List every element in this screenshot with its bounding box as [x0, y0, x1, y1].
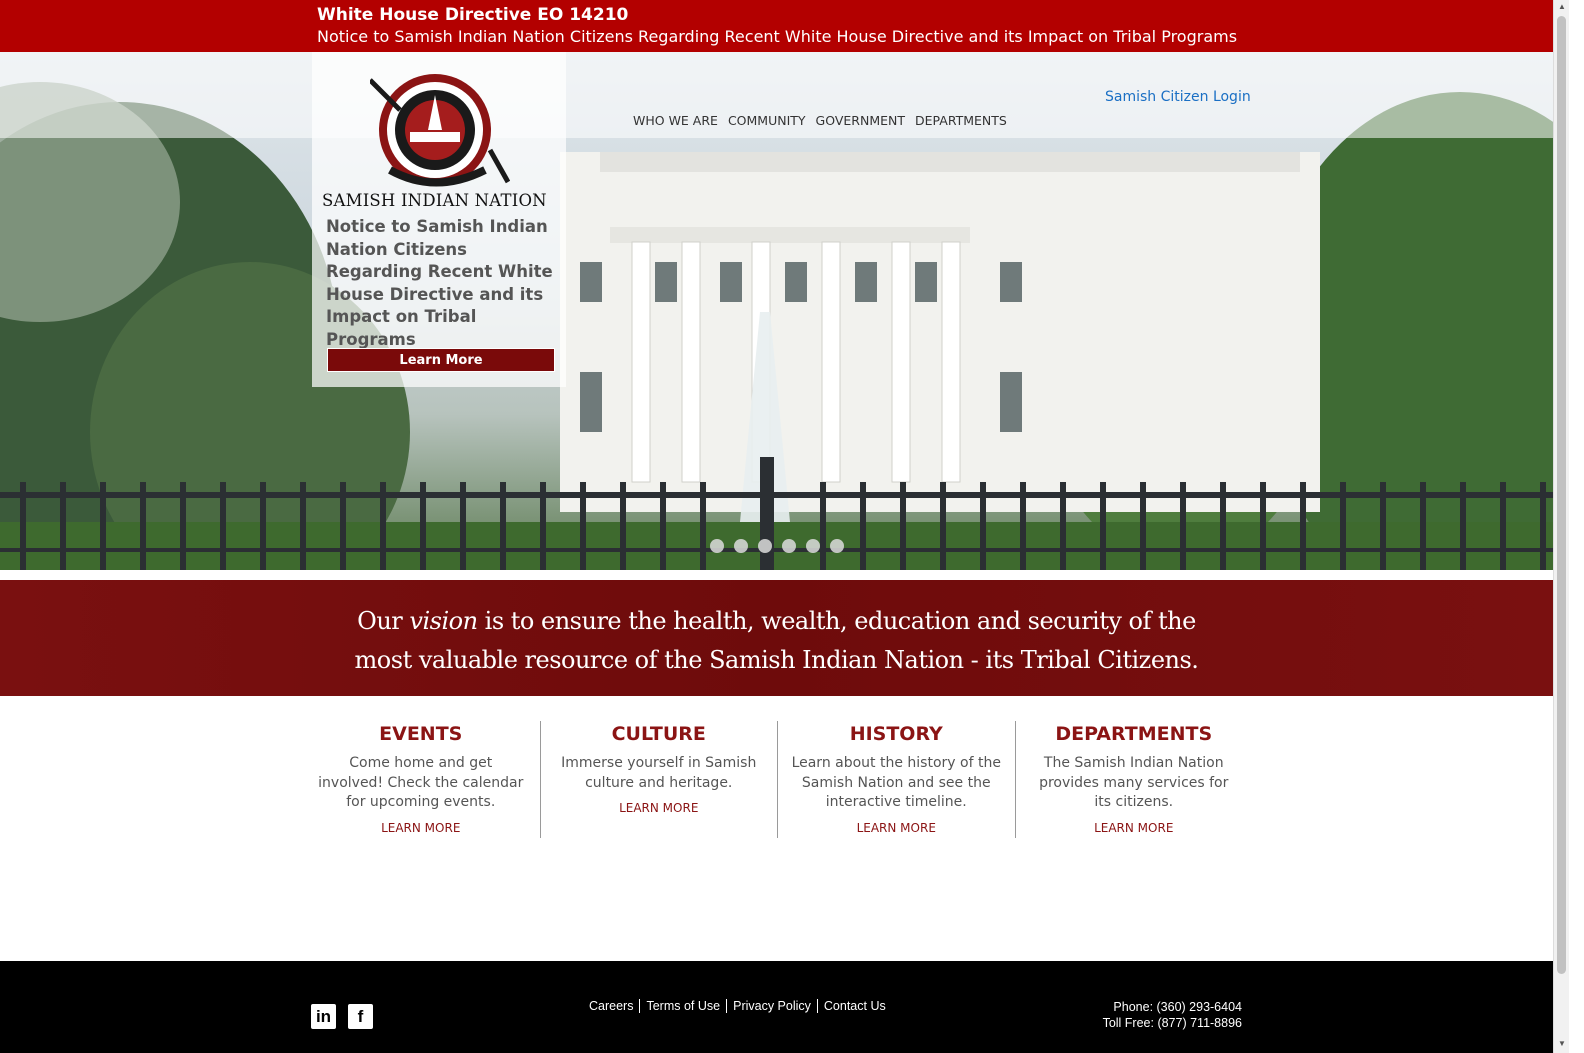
social-links: in f	[311, 1004, 373, 1029]
facebook-icon[interactable]: f	[348, 1004, 373, 1029]
vision-line1-rest: is to ensure the health, wealth, educati…	[477, 607, 1197, 635]
slide-dot-6[interactable]	[830, 539, 844, 553]
feature-learn-more-link[interactable]: LEARN MORE	[541, 801, 778, 815]
vision-banner: Our vision is to ensure the health, weal…	[0, 580, 1553, 696]
citizen-login-link[interactable]: Samish Citizen Login	[1105, 89, 1251, 105]
nav-departments[interactable]: DEPARTMENTS	[915, 113, 1007, 128]
nav-government[interactable]: GOVERNMENT	[816, 113, 905, 128]
footer-link-terms[interactable]: Terms of Use	[639, 999, 726, 1013]
nav-community[interactable]: COMMUNITY	[728, 113, 806, 128]
footer-link-privacy[interactable]: Privacy Policy	[726, 999, 817, 1013]
footer-contact: Phone: (360) 293-6404 Toll Free: (877) 7…	[1103, 999, 1242, 1031]
samish-emblem-logo[interactable]	[370, 70, 510, 188]
slide-dot-5[interactable]	[806, 539, 820, 553]
logo-panel: SAMISH INDIAN NATION Notice to Samish In…	[312, 52, 566, 387]
scroll-up-arrow-icon[interactable]: ▲	[1557, 2, 1567, 14]
feature-learn-more-link[interactable]: LEARN MORE	[778, 821, 1015, 835]
slide-dot-4[interactable]	[782, 539, 796, 553]
slide-dot-3[interactable]	[758, 539, 772, 553]
feature-departments: DEPARTMENTS The Samish Indian Nation pro…	[1014, 721, 1253, 838]
tollfree-number: Toll Free: (877) 711-8896	[1102, 1016, 1242, 1030]
vision-prefix: Our	[357, 607, 410, 635]
alert-text[interactable]: Notice to Samish Indian Nation Citizens …	[317, 27, 1237, 46]
linkedin-icon[interactable]: in	[311, 1004, 336, 1029]
phone-number: Phone: (360) 293-6404	[1113, 1000, 1242, 1014]
page-scrollbar[interactable]: ▲ ▼	[1553, 0, 1569, 1053]
slide-dot-1[interactable]	[710, 539, 724, 553]
feature-desc: Immerse yourself in Samish culture and h…	[561, 755, 757, 791]
footer: in f Careers Terms of Use Privacy Policy…	[0, 961, 1553, 1053]
slide-dots	[710, 539, 844, 553]
feature-learn-more-link[interactable]: LEARN MORE	[1016, 821, 1253, 835]
feature-title[interactable]: DEPARTMENTS	[1016, 723, 1253, 745]
feature-columns: EVENTS Come home and get involved! Check…	[302, 721, 1252, 838]
feature-title[interactable]: HISTORY	[778, 723, 1015, 745]
feature-desc: Come home and get involved! Check the ca…	[318, 755, 524, 810]
feature-title[interactable]: EVENTS	[302, 723, 540, 745]
scroll-thumb[interactable]	[1557, 16, 1566, 974]
footer-link-careers[interactable]: Careers	[589, 999, 639, 1013]
main-nav: WHO WE ARE COMMUNITY GOVERNMENT DEPARTME…	[633, 113, 1007, 128]
scroll-down-arrow-icon[interactable]: ▼	[1557, 1039, 1567, 1051]
footer-links: Careers Terms of Use Privacy Policy Cont…	[589, 999, 892, 1013]
vision-line2: most valuable resource of the Samish Ind…	[354, 646, 1199, 674]
feature-events: EVENTS Come home and get involved! Check…	[302, 721, 540, 838]
slide-caption: Notice to Samish Indian Nation Citizens …	[326, 217, 553, 349]
slide-dot-2[interactable]	[734, 539, 748, 553]
feature-learn-more-link[interactable]: LEARN MORE	[302, 821, 540, 835]
hero-slideshow[interactable]: SAMISH INDIAN NATION Notice to Samish In…	[0, 52, 1553, 570]
feature-desc: The Samish Indian Nation provides many s…	[1039, 755, 1229, 810]
brand-name: SAMISH INDIAN NATION	[322, 191, 547, 210]
nav-who-we-are[interactable]: WHO WE ARE	[633, 113, 718, 128]
vision-emphasis: vision	[409, 607, 478, 635]
learn-more-button[interactable]: Learn More	[327, 348, 555, 372]
vision-statement: Our vision is to ensure the health, weal…	[0, 602, 1553, 680]
feature-title[interactable]: CULTURE	[541, 723, 778, 745]
feature-culture: CULTURE Immerse yourself in Samish cultu…	[539, 721, 778, 838]
alert-title[interactable]: White House Directive EO 14210	[317, 5, 628, 25]
feature-desc: Learn about the history of the Samish Na…	[791, 755, 1001, 810]
footer-link-contact[interactable]: Contact Us	[816, 999, 892, 1013]
feature-history: HISTORY Learn about the history of the S…	[777, 721, 1015, 838]
alert-bar[interactable]: White House Directive EO 14210 Notice to…	[0, 0, 1553, 52]
